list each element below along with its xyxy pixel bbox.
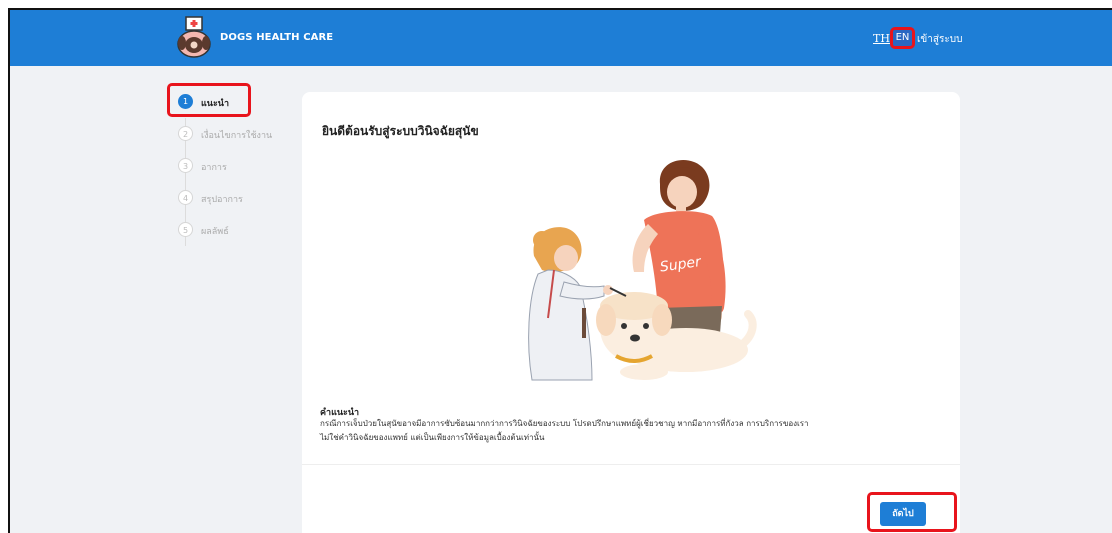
- step-label: อาการ: [201, 163, 227, 173]
- step-label: ผลลัพธ์: [201, 227, 229, 237]
- vet-dog-illustration: Super: [528, 160, 757, 381]
- login-link[interactable]: เข้าสู่ระบบ: [917, 32, 962, 47]
- step-number: 3: [178, 158, 193, 173]
- welcome-card: ยินดีต้อนรับสู่ระบบวินิจฉัยสุนัข Super ค…: [302, 92, 960, 533]
- highlight-next-button: [867, 492, 957, 532]
- advice-text: กรณีการเจ็บป่วยในสุนัขอาจมีอาการซับซ้อนม…: [320, 417, 952, 445]
- lang-th-link[interactable]: TH: [873, 32, 890, 45]
- step-label: สรุปอาการ: [201, 195, 243, 205]
- step-number: 2: [178, 126, 193, 141]
- step-label: เงื่อนไขการใช้งาน: [201, 131, 273, 141]
- step-number: 4: [178, 190, 193, 205]
- advice-line-2: ไม่ใช่คำวินิจฉัยของแพทย์ แต่เป็นเพียงการ…: [320, 433, 545, 442]
- step-number: 5: [178, 222, 193, 237]
- dog-logo-icon: [177, 16, 211, 58]
- brand-name: DOGS HEALTH CARE: [220, 32, 334, 43]
- welcome-title: ยินดีต้อนรับสู่ระบบวินิจฉัยสุนัข: [322, 124, 479, 138]
- highlight-step-intro: [167, 83, 251, 117]
- app-window: DOGS HEALTH CARE TH EN เข้าสู่ระบบ 1 แนะ…: [8, 8, 1112, 533]
- top-navbar: DOGS HEALTH CARE TH EN เข้าสู่ระบบ: [10, 10, 1112, 66]
- highlight-lang-en: [890, 27, 915, 49]
- card-divider: [302, 464, 960, 465]
- advice-line-1: กรณีการเจ็บป่วยในสุนัขอาจมีอาการซับซ้อนม…: [320, 419, 809, 428]
